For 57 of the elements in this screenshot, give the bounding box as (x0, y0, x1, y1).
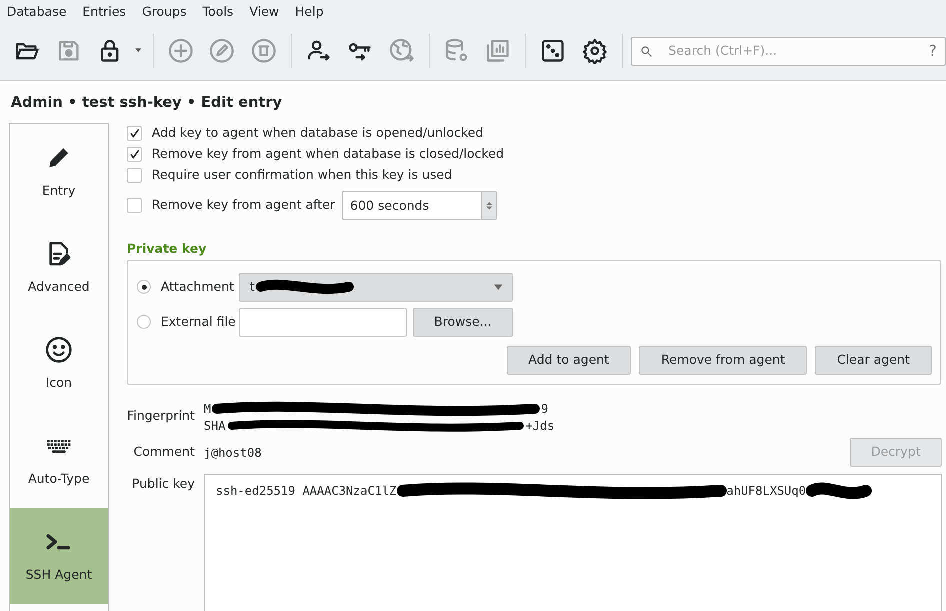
sidebar-item[interactable]: Icon (10, 316, 108, 412)
globe-arrow-icon (389, 38, 416, 64)
fingerprint-text: M (204, 402, 212, 416)
agent-button[interactable]: Remove from agent (639, 346, 808, 375)
checkbox[interactable] (127, 147, 142, 162)
comment-value: j@host08 (204, 444, 263, 462)
delete-icon (251, 38, 278, 64)
checkbox-label: Add key to agent when database is opened/unlocked (152, 124, 484, 142)
spin-field[interactable]: 600 seconds (342, 191, 498, 220)
fingerprint-text: +Jds (526, 418, 555, 433)
group-title: Private key (127, 240, 208, 258)
checkbox[interactable] (127, 198, 142, 213)
radio-label: External file (161, 312, 237, 331)
user-arrow-icon (306, 38, 332, 64)
browse-button[interactable]: Browse... (413, 308, 513, 337)
checkbox[interactable] (127, 126, 142, 141)
radio-button[interactable] (137, 315, 151, 330)
add-icon (168, 38, 194, 64)
checkbox[interactable] (127, 168, 142, 183)
checkbox-label: Remove key from agent after (152, 196, 336, 214)
sidebar-item[interactable]: Entry (10, 124, 108, 220)
agent-button[interactable]: Clear agent (815, 346, 932, 375)
file-path-field[interactable] (239, 308, 407, 337)
sidebar-item[interactable]: SSH Agent (10, 508, 108, 604)
smiley-icon (45, 336, 73, 364)
menu-item[interactable]: Database (7, 0, 74, 22)
fingerprint-text: SHA (204, 418, 226, 433)
menu-item[interactable]: Groups (142, 0, 194, 22)
database-gear-icon (444, 38, 470, 64)
check-icon (128, 128, 140, 140)
menu-item[interactable]: Help (295, 0, 331, 22)
page-title: Admin • test ssh-key • Edit entry (10, 94, 284, 113)
menu-item[interactable]: Tools (202, 0, 241, 22)
field-label: Comment (132, 443, 196, 462)
menu-item[interactable]: Entries (82, 0, 134, 22)
fingerprint-text: 9 (541, 402, 548, 416)
check-icon (128, 148, 140, 160)
edit-icon (209, 38, 236, 64)
report-icon (485, 38, 512, 64)
agent-button[interactable]: Add to agent (506, 346, 632, 375)
checkbox-label: Require user confirmation when this key is used (152, 166, 452, 184)
search-icon (640, 44, 653, 58)
menu-item[interactable]: View (250, 0, 286, 22)
help-icon[interactable]: ? (928, 40, 937, 62)
field-label: Public key (131, 474, 196, 493)
checkbox-label: Remove key from agent when database is closed/locked (152, 145, 504, 164)
sidebar-item[interactable]: Advanced (10, 220, 108, 316)
redaction-mark (806, 480, 872, 501)
dice-icon (540, 38, 566, 64)
sidebar-item[interactable]: Auto-Type (10, 412, 108, 508)
search-field[interactable]: Search (Ctrl+F)... ? (630, 36, 946, 66)
public-key-field[interactable]: ssh-ed25519 AAAAC3NzaC1lZ ahUF8LXSUq0 (204, 474, 942, 611)
radio-button[interactable] (137, 280, 151, 294)
radio-label: Attachment (161, 278, 236, 296)
attachment-dropdown[interactable]: t (239, 272, 513, 302)
field-label: Fingerprint (127, 407, 196, 426)
settings-icon (582, 38, 608, 64)
